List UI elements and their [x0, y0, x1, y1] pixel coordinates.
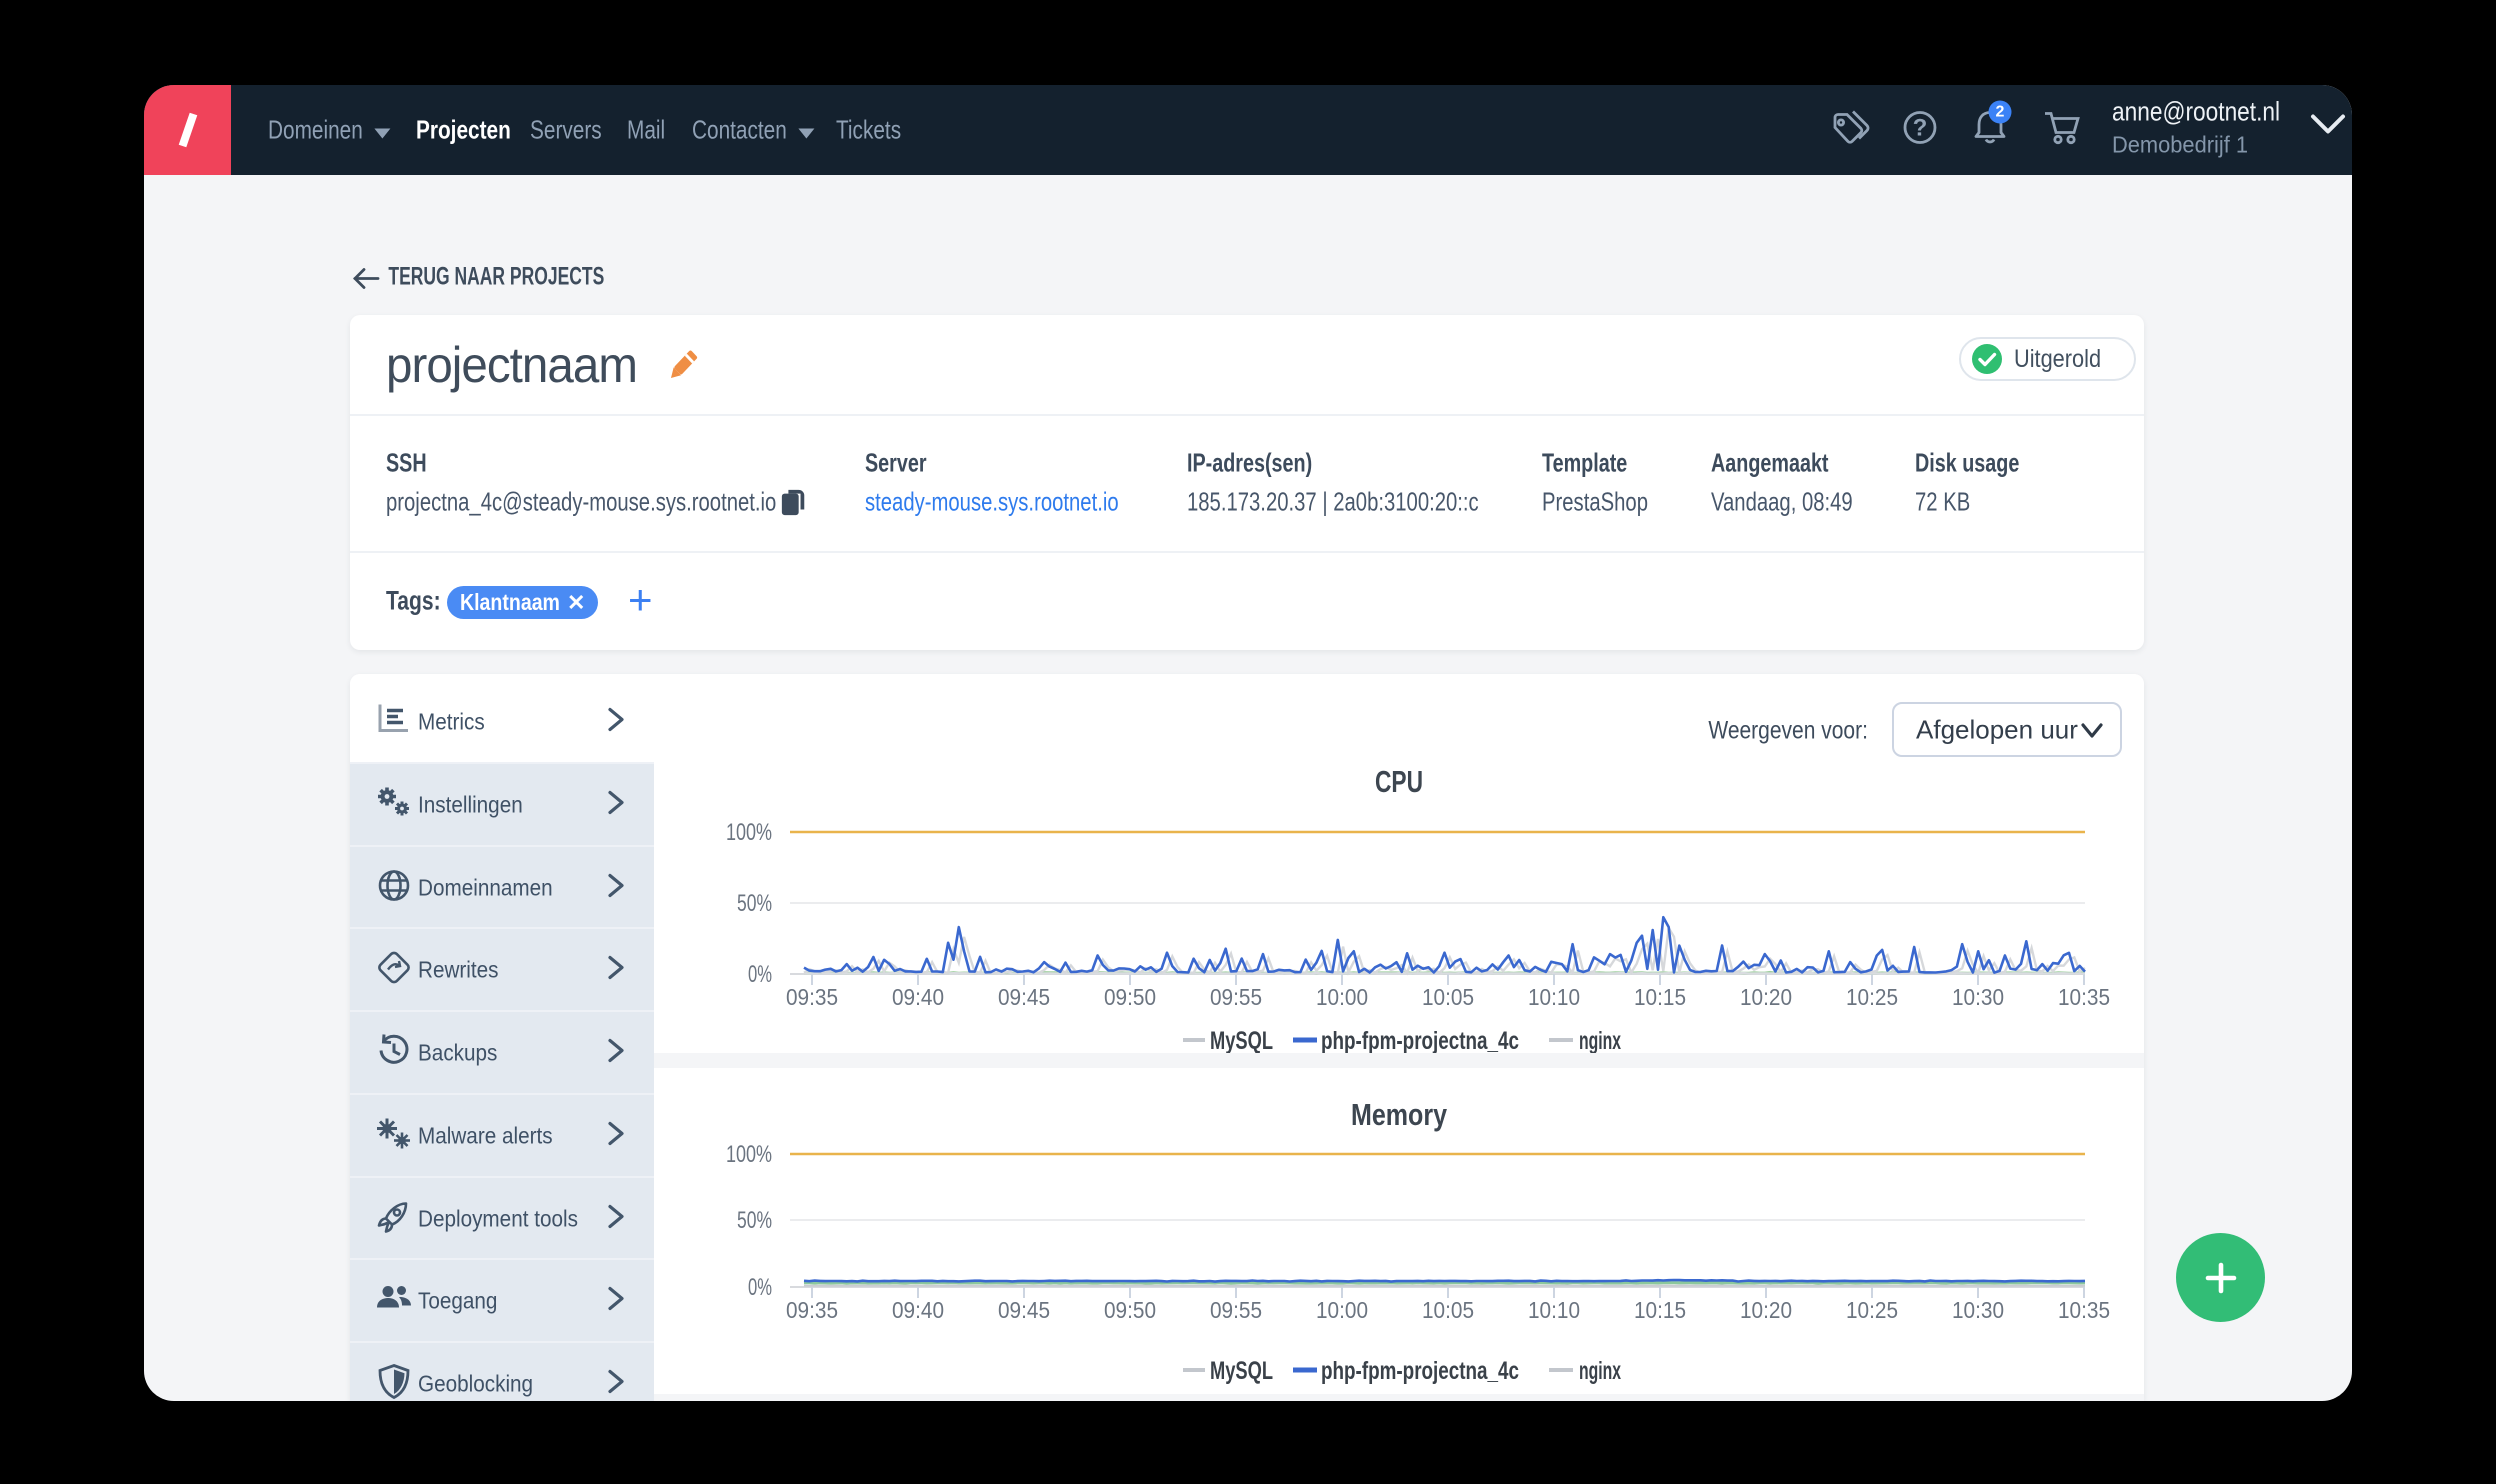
svg-text:100%: 100% — [726, 1141, 772, 1168]
svg-text:10:05: 10:05 — [1422, 984, 1474, 1010]
svg-text:10:20: 10:20 — [1740, 984, 1792, 1010]
svg-text:50%: 50% — [737, 890, 772, 917]
svg-text:nginx: nginx — [1579, 1357, 1621, 1385]
svg-text:10:25: 10:25 — [1846, 1297, 1898, 1323]
svg-text:?: ? — [1913, 115, 1928, 142]
svg-text:CPU: CPU — [1375, 764, 1423, 799]
svg-text:09:35: 09:35 — [786, 1297, 838, 1323]
svg-text:10:30: 10:30 — [1952, 984, 2004, 1010]
svg-text:10:35: 10:35 — [2058, 984, 2110, 1010]
svg-text:09:45: 09:45 — [998, 984, 1050, 1010]
svg-text:10:15: 10:15 — [1634, 1297, 1686, 1323]
svg-text:10:00: 10:00 — [1316, 1297, 1368, 1323]
svg-text:100%: 100% — [726, 819, 772, 846]
svg-text:10:30: 10:30 — [1952, 1297, 2004, 1323]
svg-text:10:10: 10:10 — [1528, 984, 1580, 1010]
svg-text:10:35: 10:35 — [2058, 1297, 2110, 1323]
svg-text:10:05: 10:05 — [1422, 1297, 1474, 1323]
svg-text:10:00: 10:00 — [1316, 984, 1368, 1010]
svg-text:50%: 50% — [737, 1207, 772, 1234]
svg-text:10:20: 10:20 — [1740, 1297, 1792, 1323]
svg-text:10:10: 10:10 — [1528, 1297, 1580, 1323]
svg-text:MySQL: MySQL — [1210, 1357, 1273, 1385]
svg-text:php-fpm-projectna_4c: php-fpm-projectna_4c — [1321, 1027, 1519, 1053]
svg-text:09:55: 09:55 — [1210, 1297, 1262, 1323]
svg-text:09:35: 09:35 — [786, 984, 838, 1010]
svg-text:09:55: 09:55 — [1210, 984, 1262, 1010]
svg-text:MySQL: MySQL — [1210, 1027, 1273, 1053]
svg-text:09:50: 09:50 — [1104, 984, 1156, 1010]
svg-text:Memory: Memory — [1351, 1097, 1448, 1132]
svg-text:0%: 0% — [748, 1274, 772, 1301]
svg-text:09:40: 09:40 — [892, 1297, 944, 1323]
svg-text:10:15: 10:15 — [1634, 984, 1686, 1010]
svg-text:php-fpm-projectna_4c: php-fpm-projectna_4c — [1321, 1357, 1519, 1385]
svg-text:10:25: 10:25 — [1846, 984, 1898, 1010]
svg-text:09:40: 09:40 — [892, 984, 944, 1010]
svg-text:09:50: 09:50 — [1104, 1297, 1156, 1323]
svg-text:nginx: nginx — [1579, 1027, 1621, 1053]
svg-text:0%: 0% — [748, 961, 772, 988]
svg-text:09:45: 09:45 — [998, 1297, 1050, 1323]
